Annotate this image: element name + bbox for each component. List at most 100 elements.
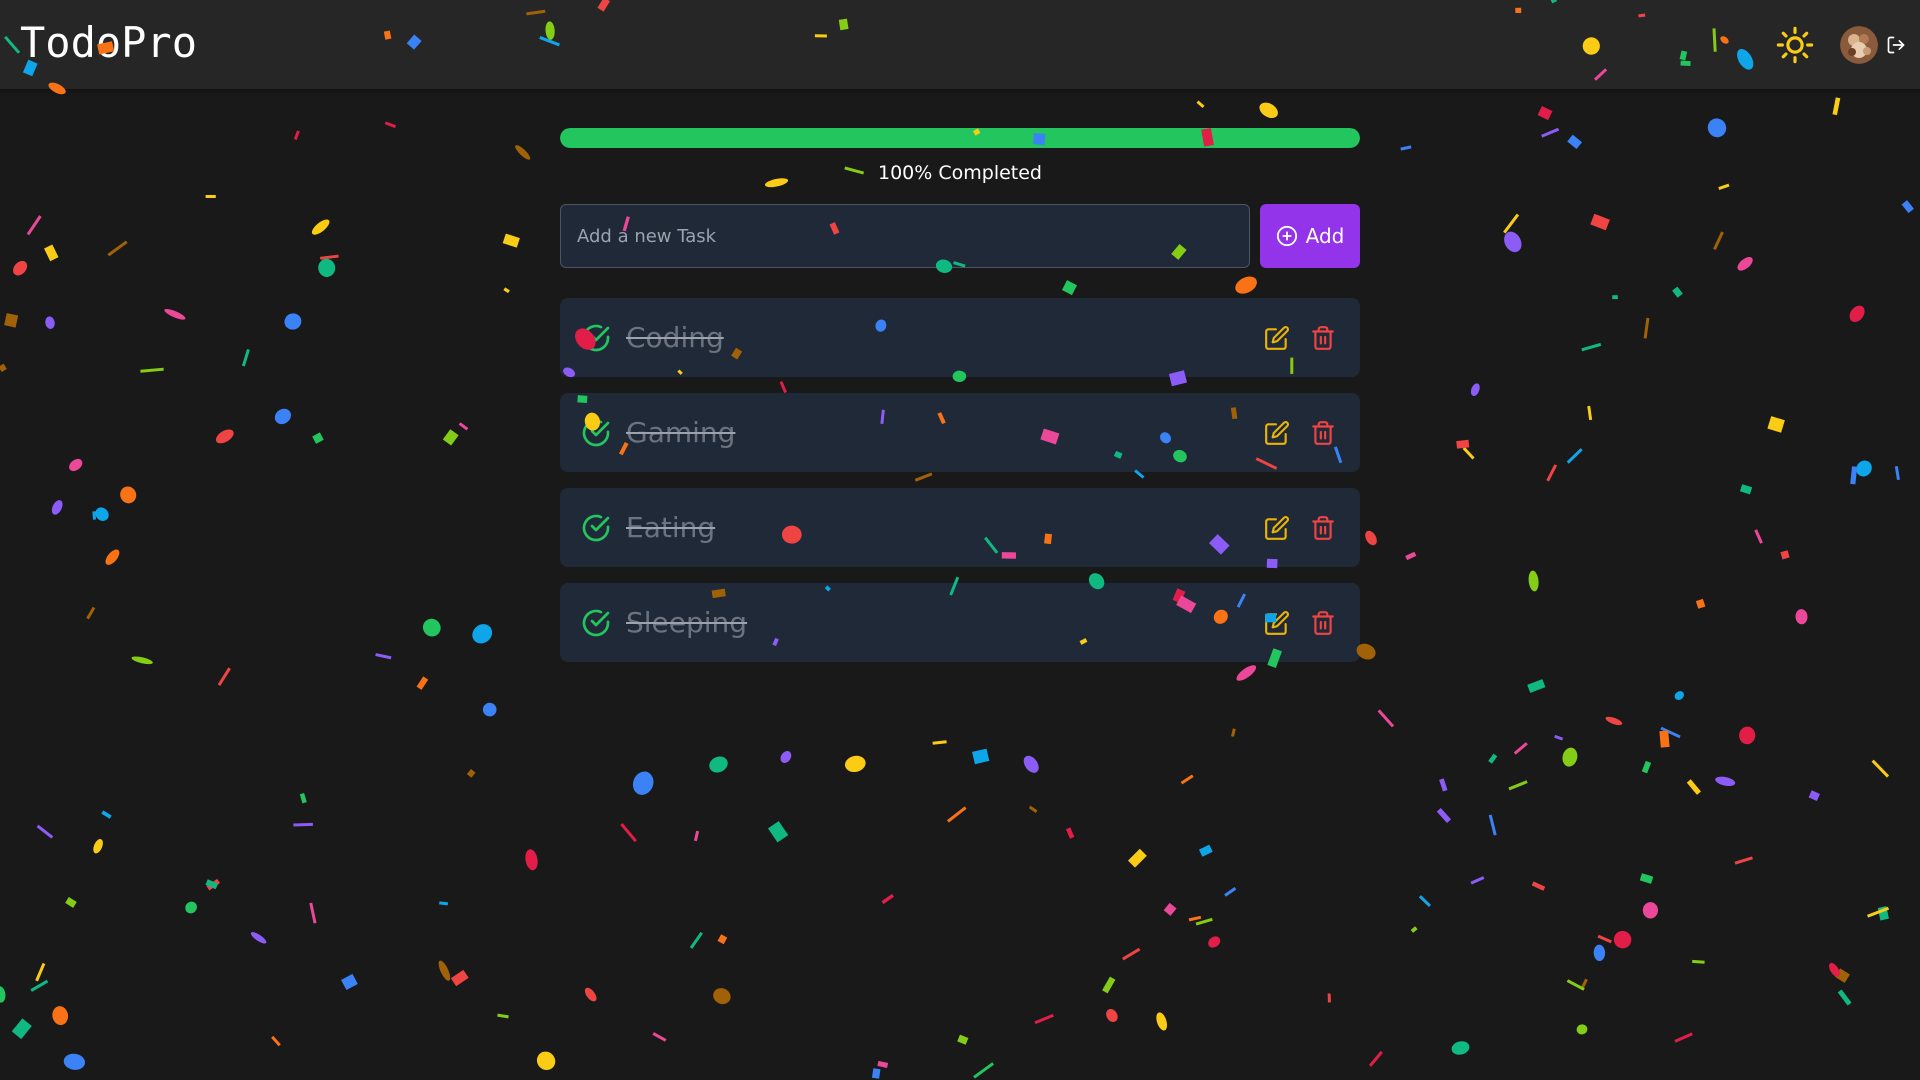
- confetti-piece: [1102, 976, 1116, 994]
- confetti-piece: [92, 511, 96, 520]
- confetti-piece: [1368, 1050, 1383, 1067]
- confetti-piece: [1718, 183, 1730, 190]
- confetti-piece: [1156, 1012, 1168, 1031]
- confetti-piece: [1580, 978, 1588, 990]
- confetti-piece: [375, 653, 392, 660]
- task-item: Gaming: [560, 393, 1360, 472]
- confetti-piece: [972, 748, 990, 765]
- confetti-piece: [13, 260, 28, 276]
- add-task-button[interactable]: Add: [1260, 204, 1360, 268]
- task-actions: [1264, 515, 1336, 541]
- task-title: Sleeping: [626, 606, 748, 639]
- confetti-piece: [1377, 709, 1395, 728]
- task-title: Coding: [626, 321, 724, 354]
- user-avatar[interactable]: [1840, 26, 1878, 64]
- confetti-piece: [1198, 844, 1213, 857]
- confetti-piece: [1641, 760, 1652, 774]
- confetti-piece: [482, 702, 497, 717]
- confetti-piece: [105, 549, 120, 565]
- confetti-piece: [1034, 1013, 1054, 1025]
- confetti-piece: [1127, 848, 1147, 868]
- confetti-piece: [1867, 906, 1890, 918]
- confetti-piece: [1597, 934, 1612, 944]
- confetti-piece: [1122, 947, 1141, 961]
- confetti-piece: [1439, 778, 1448, 792]
- logout-button[interactable]: [1886, 35, 1906, 55]
- confetti-piece: [713, 988, 731, 1005]
- confetti-piece: [1639, 873, 1654, 884]
- confetti-piece: [1537, 106, 1553, 121]
- confetti-piece: [1400, 145, 1412, 151]
- confetti-piece: [0, 986, 6, 1003]
- confetti-piece: [131, 656, 153, 665]
- theme-toggle-button[interactable]: [1776, 26, 1814, 64]
- check-circle-icon: [582, 324, 610, 351]
- confetti-piece: [1562, 747, 1578, 767]
- edit-task-button[interactable]: [1264, 325, 1290, 351]
- confetti-piece: [1451, 1041, 1470, 1055]
- confetti-piece: [1418, 895, 1431, 908]
- confetti-piece: [450, 969, 469, 987]
- confetti-piece: [1613, 930, 1632, 949]
- confetti-piece: [1163, 902, 1177, 916]
- confetti-piece: [1707, 118, 1727, 138]
- confetti-piece: [1566, 448, 1583, 464]
- confetti-piece: [309, 902, 317, 924]
- confetti-piece: [1850, 466, 1858, 485]
- confetti-piece: [206, 878, 221, 891]
- confetti-piece: [36, 824, 54, 839]
- confetti-piece: [502, 233, 520, 248]
- confetti-piece: [946, 806, 967, 823]
- confetti-piece: [1327, 993, 1331, 1003]
- task-complete-toggle[interactable]: [580, 512, 612, 544]
- confetti-piece: [1470, 876, 1485, 885]
- delete-task-button[interactable]: [1310, 515, 1336, 541]
- confetti-piece: [1410, 926, 1418, 933]
- confetti-piece: [767, 821, 789, 843]
- task-complete-toggle[interactable]: [580, 417, 612, 449]
- edit-icon: [1265, 420, 1289, 445]
- edit-task-button[interactable]: [1264, 515, 1290, 541]
- trash-icon: [1312, 515, 1334, 540]
- task-item: Coding: [560, 298, 1360, 377]
- confetti-piece: [1674, 1032, 1693, 1043]
- confetti-piece: [1660, 726, 1681, 739]
- task-complete-toggle[interactable]: [580, 322, 612, 354]
- confetti-piece: [1259, 102, 1278, 119]
- confetti-piece: [241, 349, 250, 367]
- new-task-input[interactable]: [560, 204, 1250, 268]
- confetti-piece: [1224, 887, 1237, 897]
- confetti-piece: [652, 1032, 667, 1042]
- task-complete-toggle[interactable]: [580, 607, 612, 639]
- confetti-piece: [717, 934, 728, 945]
- confetti-piece: [442, 429, 459, 446]
- app-brand[interactable]: TodoPro: [20, 18, 197, 67]
- confetti-piece: [311, 219, 330, 235]
- delete-task-button[interactable]: [1310, 325, 1336, 351]
- progress-bar: [560, 128, 1360, 148]
- confetti-piece: [1734, 856, 1753, 865]
- confetti-piece: [1605, 716, 1623, 726]
- confetti-piece: [215, 429, 234, 444]
- delete-task-button[interactable]: [1310, 420, 1336, 446]
- confetti-piece: [1593, 944, 1606, 961]
- confetti-piece: [4, 313, 19, 328]
- confetti-piece: [1894, 466, 1900, 481]
- user-menu: [1840, 26, 1906, 64]
- delete-task-button[interactable]: [1310, 610, 1336, 636]
- confetti-piece: [536, 1051, 556, 1071]
- confetti-piece: [341, 973, 358, 991]
- confetti-piece: [1456, 439, 1470, 449]
- confetti-piece: [877, 1060, 889, 1068]
- edit-task-button[interactable]: [1264, 610, 1290, 636]
- confetti-piece: [1581, 342, 1602, 352]
- confetti-piece: [1504, 231, 1522, 253]
- confetti-piece: [250, 932, 267, 944]
- trash-icon: [1312, 610, 1334, 635]
- confetti-piece: [1405, 551, 1417, 561]
- confetti-piece: [472, 624, 493, 644]
- confetti-piece: [881, 893, 895, 905]
- confetti-piece: [293, 130, 300, 141]
- edit-task-button[interactable]: [1264, 420, 1290, 446]
- confetti-piece: [185, 901, 197, 914]
